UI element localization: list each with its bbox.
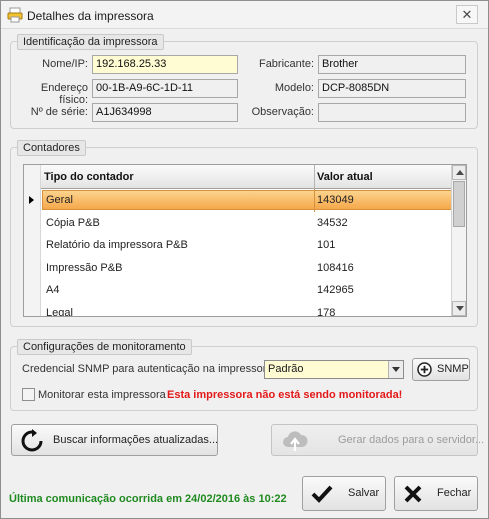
cell-counter-value: 108416 xyxy=(317,261,354,274)
grid-rows: Geral 143049 Cópia P&B 34532 Relatório d… xyxy=(24,189,452,317)
name-label: Nome/IP: xyxy=(42,58,88,70)
cell-counter-type: Geral xyxy=(46,194,73,206)
counters-legend: Contadores xyxy=(17,140,86,156)
row-header xyxy=(24,189,41,212)
table-row[interactable]: Impressão P&B 108416 xyxy=(24,256,452,279)
table-row[interactable]: A4 142965 xyxy=(24,279,452,302)
model-field[interactable]: DCP-8085DN xyxy=(318,79,466,98)
chevron-down-icon xyxy=(392,367,400,372)
add-circle-icon xyxy=(417,362,432,377)
generate-server-data-button[interactable]: Gerar dados para o servidor... xyxy=(271,424,484,456)
last-communication-status: Última comunicação ocorrida em 24/02/201… xyxy=(9,493,287,505)
scrollbar-thumb[interactable] xyxy=(453,181,465,227)
cell-counter-value: 101 xyxy=(317,239,336,251)
cloud-upload-icon xyxy=(283,431,308,451)
snmp-button[interactable]: SNMP xyxy=(412,358,470,381)
mac-label: Endereço físico: xyxy=(40,82,88,106)
snmp-dropdown-button[interactable] xyxy=(388,361,403,378)
cell-counter-value: 34532 xyxy=(317,216,348,229)
cell-counter-type: Impressão P&B xyxy=(46,261,123,274)
cell-counter-type: Cópia P&B xyxy=(46,216,100,229)
scroll-down-button[interactable] xyxy=(452,301,466,316)
observation-label: Observação: xyxy=(251,106,314,118)
grid-vertical-scrollbar[interactable] xyxy=(451,165,466,316)
save-button-label: Salvar xyxy=(348,487,380,499)
row-header xyxy=(24,301,41,316)
serial-number-field[interactable]: A1J634998 xyxy=(92,103,238,122)
cell-counter-value: 178 xyxy=(317,306,336,317)
snmp-credential-select[interactable]: Padrão xyxy=(264,360,404,379)
printer-details-window: Detalhes da impressora ✕ Identificação d… xyxy=(0,0,489,519)
name-ip-field[interactable]: 192.168.25.33 xyxy=(92,55,238,74)
save-button[interactable]: Salvar xyxy=(302,476,386,511)
refresh-info-button[interactable]: Buscar informações atualizadas... xyxy=(11,424,218,456)
cell-divider xyxy=(314,189,315,212)
close-icon: ✕ xyxy=(461,7,473,22)
generate-server-data-label: Gerar dados para o servidor... xyxy=(338,434,485,446)
monitoring-legend: Configurações de monitoramento xyxy=(17,339,192,355)
column-header-type[interactable]: Tipo do contador xyxy=(44,165,134,189)
window-close-button[interactable]: ✕ xyxy=(456,5,478,24)
observation-field[interactable] xyxy=(318,103,466,122)
row-header xyxy=(24,234,41,257)
table-row[interactable]: Relatório da impressora P&B 101 xyxy=(24,234,452,257)
monitoring-warning: Esta impressora não está sendo monitorad… xyxy=(167,389,403,401)
identification-legend: Identificação da impressora xyxy=(17,34,164,50)
cell-counter-type: A4 xyxy=(46,284,60,296)
refresh-icon xyxy=(21,429,43,452)
grid-corner xyxy=(24,165,41,189)
mac-address-field[interactable]: 00-1B-A9-6C-1D-11 xyxy=(92,79,238,98)
cell-counter-type: Legal xyxy=(46,306,73,317)
column-header-value[interactable]: Valor atual xyxy=(317,165,373,189)
serial-label: Nº de série: xyxy=(30,106,88,118)
monitoring-group: Configurações de monitoramento xyxy=(10,339,478,411)
table-row[interactable]: Cópia P&B 34532 xyxy=(24,211,452,234)
printer-icon xyxy=(7,7,23,23)
column-divider xyxy=(314,165,315,189)
close-x-icon xyxy=(404,485,422,503)
title-bar: Detalhes da impressora ✕ xyxy=(1,1,488,29)
monitor-printer-checkbox[interactable] xyxy=(22,388,35,401)
cell-counter-value: 142965 xyxy=(317,284,354,296)
refresh-info-label: Buscar informações atualizadas... xyxy=(53,434,219,446)
row-selection-highlight xyxy=(42,190,452,210)
scroll-up-button[interactable] xyxy=(452,165,466,180)
table-row[interactable]: Legal 178 xyxy=(24,301,452,317)
current-row-arrow-icon xyxy=(29,196,34,204)
scroll-up-arrow-icon xyxy=(456,170,464,175)
close-button-label: Fechar xyxy=(437,487,472,499)
scroll-down-arrow-icon xyxy=(456,306,464,311)
close-button[interactable]: Fechar xyxy=(394,476,478,511)
table-row[interactable]: Geral 143049 xyxy=(24,189,452,212)
manufacturer-field[interactable]: Brother xyxy=(318,55,466,74)
cell-counter-value: 143049 xyxy=(317,194,354,206)
manufacturer-label: Fabricante: xyxy=(258,58,314,70)
grid-header: Tipo do contador Valor atual xyxy=(24,165,452,189)
row-header xyxy=(24,256,41,279)
window-title: Detalhes da impressora xyxy=(27,9,154,23)
snmp-credential-value: Padrão xyxy=(268,363,304,375)
row-header xyxy=(24,211,41,234)
row-header xyxy=(24,279,41,302)
cell-counter-type: Relatório da impressora P&B xyxy=(46,239,188,251)
model-label: Modelo: xyxy=(274,82,314,94)
checkmark-icon xyxy=(311,485,333,503)
counters-grid[interactable]: Tipo do contador Valor atual Geral 14304… xyxy=(23,164,467,317)
snmp-button-label: SNMP xyxy=(437,363,469,375)
monitor-printer-label[interactable]: Monitorar esta impressora xyxy=(38,389,166,401)
snmp-credential-label: Credencial SNMP para autenticação na imp… xyxy=(22,363,276,375)
